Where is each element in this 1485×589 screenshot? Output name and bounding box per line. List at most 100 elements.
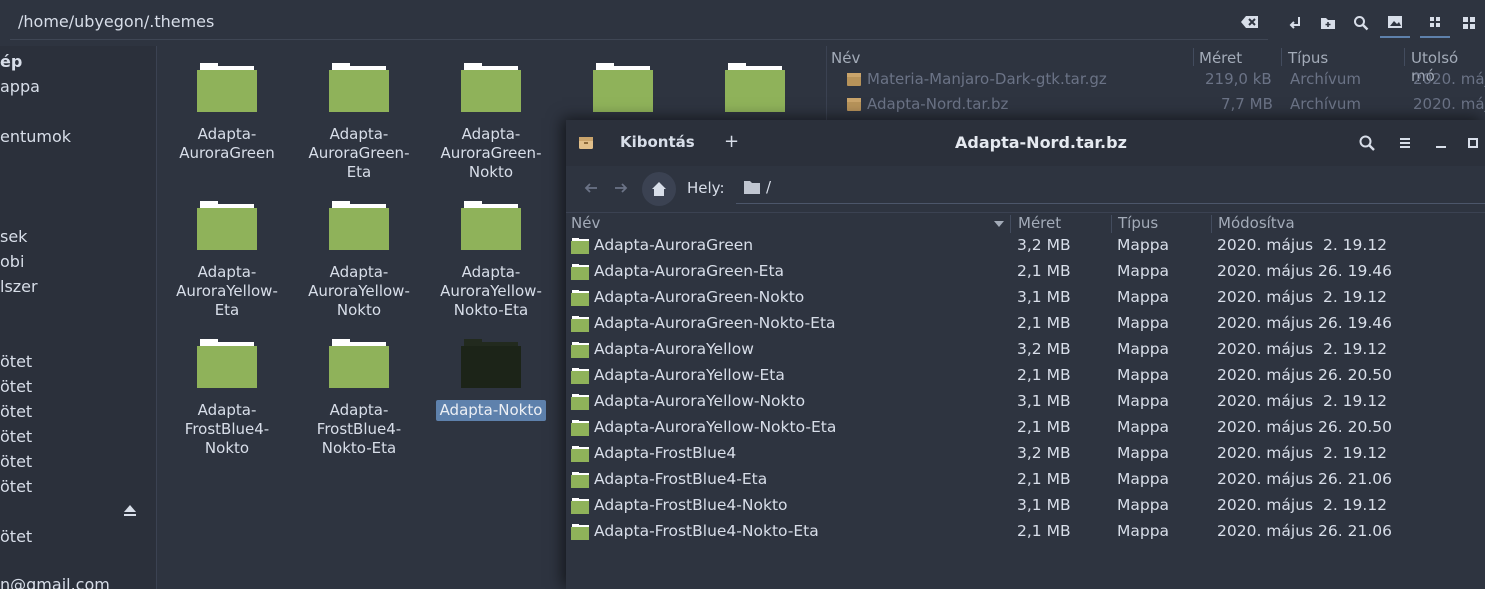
sidebar-item[interactable]: lszer <box>0 277 38 299</box>
minimize-icon[interactable] <box>1432 134 1450 152</box>
row-size: 2,1 MB <box>1017 522 1071 540</box>
row-type: Mappa <box>1117 418 1170 436</box>
column-header-size[interactable]: Méret <box>1199 49 1242 67</box>
column-separator[interactable] <box>1193 48 1194 66</box>
sidebar-item[interactable]: obi <box>0 252 24 274</box>
column-header-type[interactable]: Típus <box>1118 214 1158 232</box>
folder-item[interactable]: Adapta-Nokto <box>426 338 556 421</box>
table-row[interactable]: Adapta-AuroraGreen-Nokto 3,1 MB Mappa 2020.… <box>566 285 1485 311</box>
row-size: 3,2 MB <box>1017 236 1071 254</box>
table-row[interactable]: Adapta-AuroraGreen-Eta 2,1 MB Mappa 2020. m… <box>566 259 1485 285</box>
sidebar-item[interactable]: sek <box>0 227 27 249</box>
list-item[interactable]: Adapta-Nord.tar.bz 7,7 MB Archívum 2020.… <box>827 93 1485 117</box>
folder-label: Adapta- AuroraGreen- Eta <box>308 125 410 181</box>
folder-icon <box>329 201 389 250</box>
folder-label: Adapta- AuroraYellow- Nokto <box>308 263 410 319</box>
add-files-button[interactable]: + <box>724 131 739 152</box>
row-size: 2,1 MB <box>1017 418 1071 436</box>
folder-label: Adapta-Nokto <box>435 400 547 421</box>
location-input[interactable]: / <box>736 174 1485 204</box>
table-row[interactable]: Adapta-FrostBlue4-Eta 2,1 MB Mappa 2020. má… <box>566 467 1485 493</box>
sidebar-item[interactable]: ötet <box>0 402 32 424</box>
archive-icon <box>847 98 861 111</box>
image-view-button[interactable] <box>1380 8 1410 38</box>
folder-item[interactable]: Adapta- FrostBlue4- Nokto-Eta <box>294 338 424 459</box>
home-button[interactable] <box>642 172 676 206</box>
menu-button[interactable] <box>1454 8 1484 38</box>
path-input[interactable]: /home/ubyegon/.themes <box>10 6 1268 40</box>
new-folder-icon <box>1321 18 1335 29</box>
row-type: Mappa <box>1117 236 1170 254</box>
table-row[interactable]: Adapta-AuroraYellow-Nokto 3,1 MB Mappa 2020… <box>566 389 1485 415</box>
column-header-name[interactable]: Név <box>831 49 860 67</box>
row-modified: 2020. május 26. 19.46 <box>1217 314 1392 332</box>
archive-icon <box>847 73 861 86</box>
sidebar-item[interactable]: appa <box>0 77 40 99</box>
folder-icon <box>571 264 589 280</box>
sidebar-item[interactable]: n@gmail.com <box>0 575 110 589</box>
maximize-icon[interactable] <box>1464 134 1482 152</box>
table-row[interactable]: Adapta-AuroraGreen 3,2 MB Mappa 2020. május… <box>566 233 1485 259</box>
menu-icon <box>1463 17 1475 29</box>
folder-icon <box>461 201 521 250</box>
folder-icon <box>571 290 589 306</box>
folder-icon <box>571 446 589 462</box>
column-separator[interactable] <box>1010 215 1011 233</box>
home-icon <box>652 182 666 196</box>
column-header-type[interactable]: Típus <box>1288 49 1328 67</box>
row-modified: 2020. május 2. 19.12 <box>1217 392 1388 410</box>
table-row[interactable]: Adapta-FrostBlue4 3,2 MB Mappa 2020. május … <box>566 441 1485 467</box>
search-button[interactable] <box>1346 8 1376 38</box>
row-modified: 2020. május 2. 19.12 <box>1217 236 1388 254</box>
menu-icon[interactable] <box>1396 134 1414 152</box>
sidebar-item[interactable]: ötet <box>0 477 32 499</box>
eject-icon[interactable] <box>123 503 137 517</box>
table-row[interactable]: Adapta-FrostBlue4-Nokto-Eta 2,1 MB Mappa 20… <box>566 519 1485 545</box>
sidebar-item[interactable]: ötet <box>0 377 32 399</box>
up-folder-button[interactable] <box>1280 8 1310 38</box>
sidebar-item[interactable]: ötet <box>0 527 32 549</box>
back-icon[interactable] <box>582 179 600 197</box>
folder-item[interactable]: Adapta- AuroraYellow- Nokto <box>294 200 424 321</box>
column-separator[interactable] <box>1281 48 1282 66</box>
row-name: Adapta-AuroraYellow-Eta <box>594 366 785 384</box>
folder-icon <box>571 238 589 254</box>
folder-item[interactable]: Adapta- AuroraGreen- Eta <box>294 62 424 183</box>
column-separator[interactable] <box>1111 215 1112 233</box>
search-icon[interactable] <box>1358 134 1376 152</box>
table-row[interactable]: Adapta-AuroraGreen-Nokto-Eta 2,1 MB Mappa 2… <box>566 311 1485 337</box>
column-header-modified[interactable]: Módosítva <box>1218 214 1295 232</box>
table-row[interactable]: Adapta-AuroraYellow-Eta 2,1 MB Mappa 2020. … <box>566 363 1485 389</box>
list-item[interactable]: Materia-Manjaro-Dark-gtk.tar.gz 219,0 kB… <box>827 68 1485 92</box>
new-folder-button[interactable] <box>1313 8 1343 38</box>
sidebar-item[interactable]: ötet <box>0 352 32 374</box>
folder-icon <box>197 201 257 250</box>
folder-item[interactable]: Adapta- AuroraYellow- Nokto-Eta <box>426 200 556 321</box>
sidebar-item[interactable]: entumok <box>0 127 71 149</box>
row-size: 2,1 MB <box>1017 470 1071 488</box>
clear-icon[interactable] <box>1240 12 1260 32</box>
row-modified: 2020. május 26. 19.46 <box>1217 262 1392 280</box>
sidebar: ép appa entumok sek obi lszer ötet ötet … <box>0 46 157 589</box>
folder-icon <box>571 472 589 488</box>
column-separator[interactable] <box>1211 215 1212 233</box>
table-row[interactable]: Adapta-AuroraYellow 3,2 MB Mappa 2020. máju… <box>566 337 1485 363</box>
grid-view-button[interactable] <box>1420 8 1450 38</box>
sidebar-item[interactable]: ép <box>0 52 22 74</box>
row-modified: 2020. május 2. 19.12 <box>1217 444 1388 462</box>
sidebar-item[interactable]: ötet <box>0 452 32 474</box>
folder-item[interactable]: Adapta- AuroraGreen <box>162 62 292 164</box>
column-header-name[interactable]: Név <box>571 214 600 232</box>
extract-button[interactable]: Kibontás <box>620 133 695 151</box>
folder-item[interactable]: Adapta- FrostBlue4- Nokto <box>162 338 292 459</box>
column-separator[interactable] <box>1404 48 1405 66</box>
sidebar-item[interactable]: ötet <box>0 427 32 449</box>
column-header-size[interactable]: Méret <box>1018 214 1061 232</box>
folder-item[interactable]: Adapta- AuroraYellow- Eta <box>162 200 292 321</box>
forward-icon[interactable] <box>612 179 630 197</box>
row-modified: 2020. május 26. 21.06 <box>1217 522 1392 540</box>
sort-down-icon[interactable] <box>994 221 1004 227</box>
folder-item[interactable]: Adapta- AuroraGreen- Nokto <box>426 62 556 183</box>
table-row[interactable]: Adapta-FrostBlue4-Nokto 3,1 MB Mappa 2020. … <box>566 493 1485 519</box>
table-row[interactable]: Adapta-AuroraYellow-Nokto-Eta 2,1 MB Mappa… <box>566 415 1485 441</box>
